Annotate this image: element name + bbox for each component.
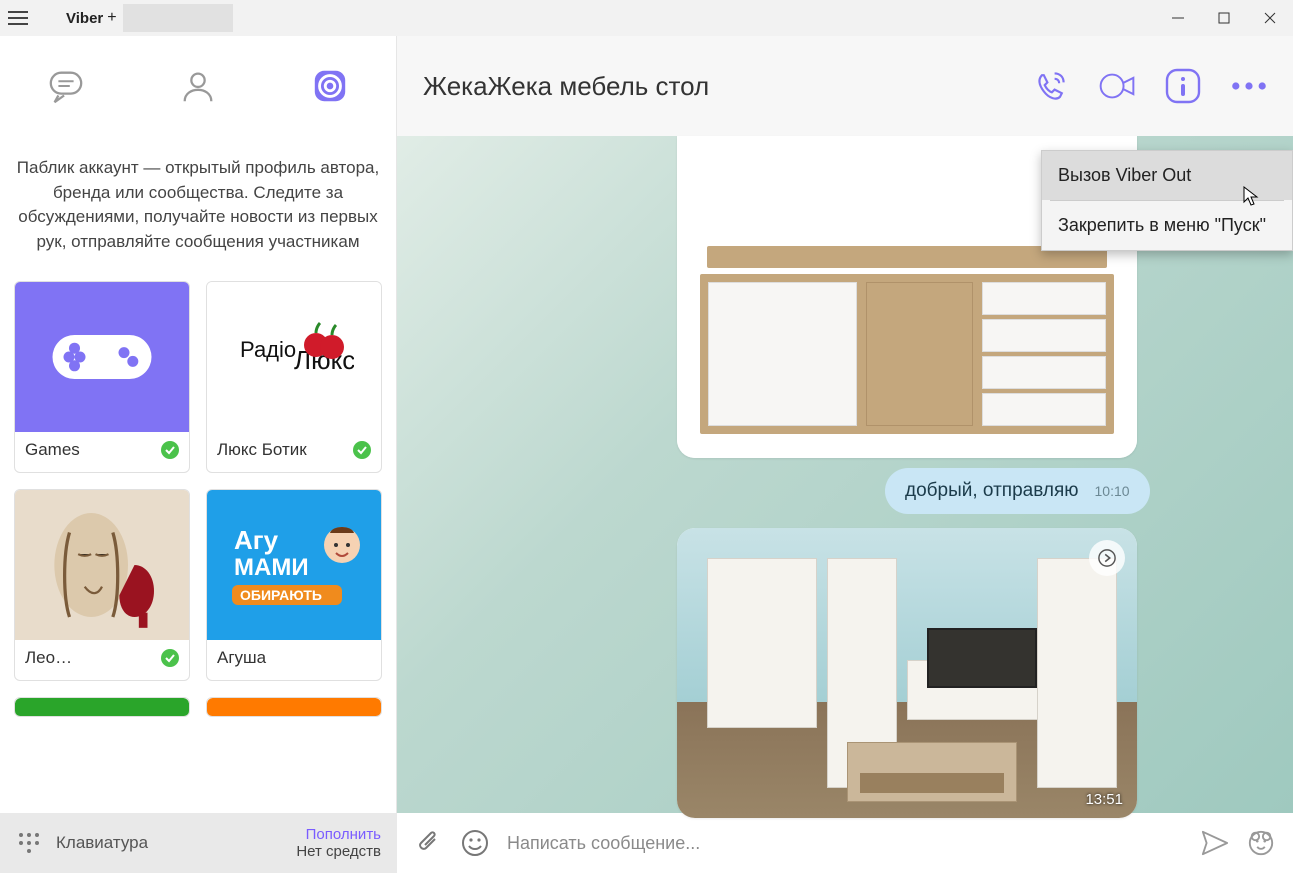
keyboard-label: Клавиатура bbox=[56, 833, 148, 853]
video-call-button[interactable] bbox=[1099, 68, 1135, 104]
forward-button[interactable] bbox=[1089, 540, 1125, 576]
verified-badge-icon bbox=[161, 649, 179, 667]
public-card-lux[interactable]: РадіоЛюкс Люкс Ботик bbox=[206, 281, 382, 473]
verified-badge-icon bbox=[161, 441, 179, 459]
public-card-games[interactable]: Games bbox=[14, 281, 190, 473]
context-menu-pin-start[interactable]: Закрепить в меню "Пуск" bbox=[1042, 201, 1292, 250]
contacts-tab[interactable] bbox=[132, 36, 264, 136]
phone-number-masked bbox=[123, 4, 233, 32]
conversation-header: ЖекаЖека мебель стол bbox=[397, 36, 1293, 136]
minimize-button[interactable] bbox=[1155, 0, 1201, 36]
send-button[interactable] bbox=[1201, 829, 1229, 857]
hamburger-menu-button[interactable] bbox=[0, 0, 36, 36]
svg-text:Радіо: Радіо bbox=[240, 337, 296, 362]
window-titlebar: Viber + bbox=[0, 0, 1293, 36]
public-card-label: Games bbox=[25, 440, 155, 460]
public-card-label: Люкс Ботик bbox=[217, 440, 347, 460]
plus-sign: + bbox=[107, 9, 116, 27]
mouse-cursor-icon bbox=[1243, 186, 1259, 206]
close-button[interactable] bbox=[1247, 0, 1293, 36]
outgoing-text-message[interactable]: добрый, отправляю 10:10 bbox=[885, 468, 1150, 514]
chats-tab[interactable] bbox=[0, 36, 132, 136]
radio-lux-logo-icon: РадіоЛюкс bbox=[234, 317, 354, 397]
no-funds-label: Нет средств bbox=[296, 843, 381, 860]
message-input[interactable] bbox=[507, 833, 1183, 854]
svg-text:ОБИРАЮТЬ: ОБИРАЮТЬ bbox=[240, 587, 322, 603]
maximize-button[interactable] bbox=[1201, 0, 1247, 36]
public-card-label: Лео… bbox=[25, 648, 155, 668]
dialpad-icon[interactable] bbox=[16, 830, 42, 856]
sticker-button[interactable] bbox=[1247, 829, 1275, 857]
voice-call-button[interactable] bbox=[1033, 68, 1069, 104]
emoji-button[interactable] bbox=[461, 829, 489, 857]
info-button[interactable] bbox=[1165, 68, 1201, 104]
app-title: Viber bbox=[66, 10, 103, 27]
public-card-label: Агуша bbox=[217, 648, 371, 668]
svg-text:Агу: Агу bbox=[234, 525, 279, 555]
sidebar: Паблик аккаунт — открытый профиль автора… bbox=[0, 36, 397, 813]
public-card-stub[interactable] bbox=[14, 697, 190, 717]
agu-mami-logo-icon: АгуМАМИ ОБИРАЮТЬ bbox=[224, 515, 364, 615]
message-time: 13:51 bbox=[1085, 791, 1123, 808]
message-composer bbox=[397, 813, 1293, 873]
public-card-agusha[interactable]: АгуМАМИ ОБИРАЮТЬ Агуша bbox=[206, 489, 382, 681]
attach-button[interactable] bbox=[415, 829, 443, 857]
topup-link[interactable]: Пополнить bbox=[296, 826, 381, 843]
svg-text:МАМИ: МАМИ bbox=[234, 554, 309, 581]
bottom-bar-left: Клавиатура Пополнить Нет средств bbox=[0, 813, 397, 873]
public-card-stub[interactable] bbox=[206, 697, 382, 717]
public-card-leo[interactable]: Лео… bbox=[14, 489, 190, 681]
conversation-title: ЖекаЖека мебель стол bbox=[423, 71, 1033, 102]
public-accounts-description: Паблик аккаунт — открытый профиль автора… bbox=[14, 156, 382, 255]
leo-portrait-icon bbox=[37, 500, 167, 630]
more-options-button[interactable] bbox=[1231, 68, 1267, 104]
public-accounts-tab[interactable] bbox=[264, 36, 396, 136]
message-text: добрый, отправляю bbox=[905, 480, 1079, 502]
verified-badge-icon bbox=[353, 441, 371, 459]
message-time: 10:10 bbox=[1095, 483, 1130, 499]
image-message-room[interactable]: 13:51 bbox=[677, 528, 1137, 818]
gamepad-icon bbox=[47, 324, 157, 390]
